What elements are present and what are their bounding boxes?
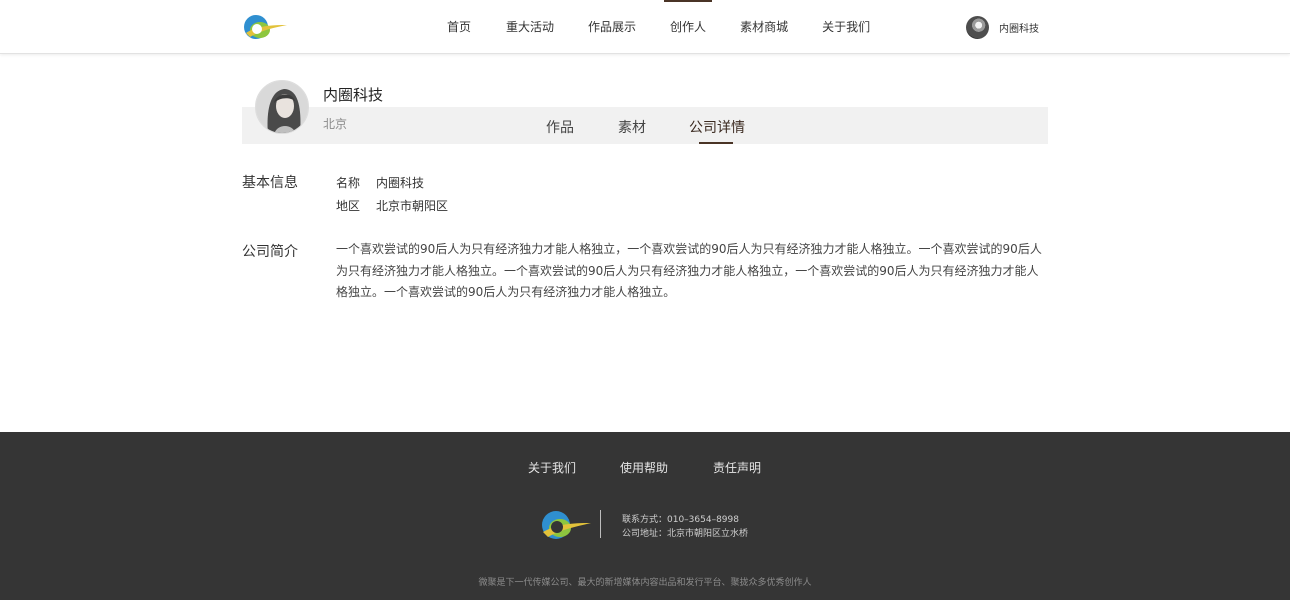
info-label-region: 地区 (336, 199, 361, 213)
info-label-name: 名称 (336, 176, 361, 190)
nav-item-materials-store[interactable]: 素材商城 (740, 0, 788, 54)
footer-phone: 联系方式：010–3654–8998 (622, 515, 739, 525)
portrait-image (256, 81, 308, 133)
nav-item-about[interactable]: 关于我们 (822, 0, 870, 54)
footer: 关于我们 使用帮助 责任声明 联系方式：010–3654–8998 公司地址：北… (0, 432, 1290, 600)
tab-company-details[interactable]: 公司详情 (689, 117, 745, 137)
company-intro-text: 一个喜欢尝试的90后人为只有经济独力才能人格独立，一个喜欢尝试的90后人为只有经… (336, 242, 1042, 299)
footer-link-help[interactable]: 使用帮助 (620, 459, 668, 476)
logo-icon[interactable] (242, 12, 288, 42)
main-nav: 首页 重大活动 作品展示 创作人 素材商城 关于我们 (447, 0, 870, 54)
company-avatar (255, 80, 309, 134)
nav-item-creators[interactable]: 创作人 (664, 0, 713, 54)
footer-address: 公司地址：北京市朝阳区立水桥 (622, 529, 749, 539)
footer-tagline: 微聚是下一代传媒公司、最大的新增媒体内容出品和发行平台、聚拢众多优秀创作人 (478, 578, 812, 588)
footer-logo-icon (542, 511, 591, 539)
footer-link-about[interactable]: 关于我们 (528, 459, 576, 476)
active-tab-indicator (699, 142, 733, 144)
nav-item-events[interactable]: 重大活动 (506, 0, 554, 54)
company-city: 北京 (323, 117, 348, 131)
nav-item-works[interactable]: 作品展示 (588, 0, 636, 54)
footer-link-disclaimer[interactable]: 责任声明 (713, 459, 761, 476)
info-value-name: 内圈科技 (376, 176, 425, 190)
basic-info-title: 基本信息 (242, 175, 298, 191)
info-value-region: 北京市朝阳区 (376, 199, 449, 213)
user-name[interactable]: 内圈科技 (999, 20, 1039, 35)
user-menu[interactable]: 内圈科技 (966, 15, 1039, 39)
footer-divider (600, 510, 601, 538)
top-header: 首页 重大活动 作品展示 创作人 素材商城 关于我们 内圈科技 (0, 0, 1290, 54)
company-name: 内圈科技 (323, 86, 384, 104)
tab-materials[interactable]: 素材 (618, 117, 646, 137)
avatar[interactable] (966, 15, 989, 39)
tab-works[interactable]: 作品 (546, 117, 574, 137)
nav-item-home[interactable]: 首页 (447, 0, 471, 54)
company-intro-title: 公司简介 (242, 244, 298, 260)
